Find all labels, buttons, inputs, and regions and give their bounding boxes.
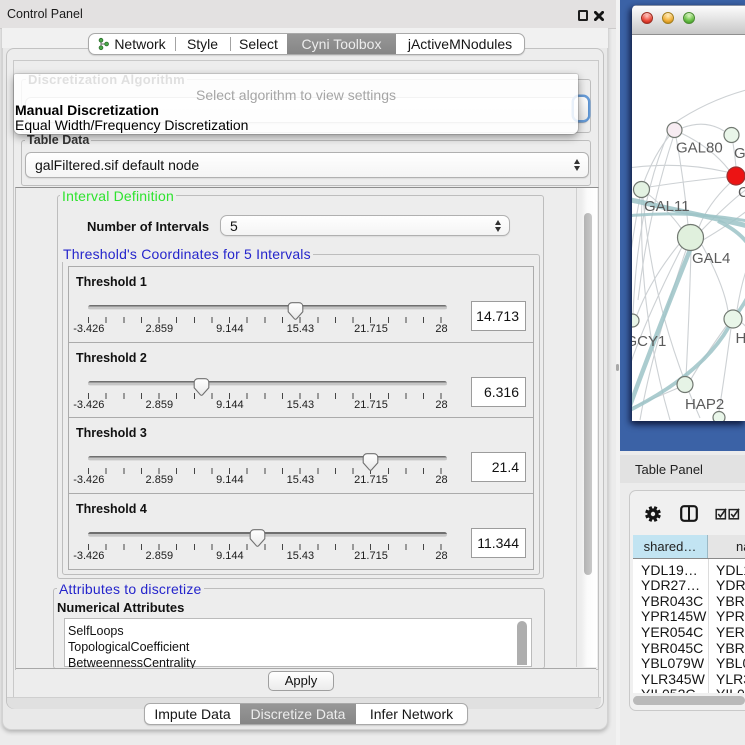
svg-text:HA: HA <box>736 330 745 347</box>
svg-text:GAL: GAL <box>734 145 745 162</box>
svg-text:GAL80: GAL80 <box>676 140 723 157</box>
svg-text:GAL4: GAL4 <box>692 250 730 267</box>
svg-text:GAL11: GAL11 <box>644 198 690 215</box>
svg-text:GCY1: GCY1 <box>632 333 666 350</box>
svg-text:C: C <box>738 184 745 201</box>
svg-text:HAP2: HAP2 <box>685 396 724 413</box>
